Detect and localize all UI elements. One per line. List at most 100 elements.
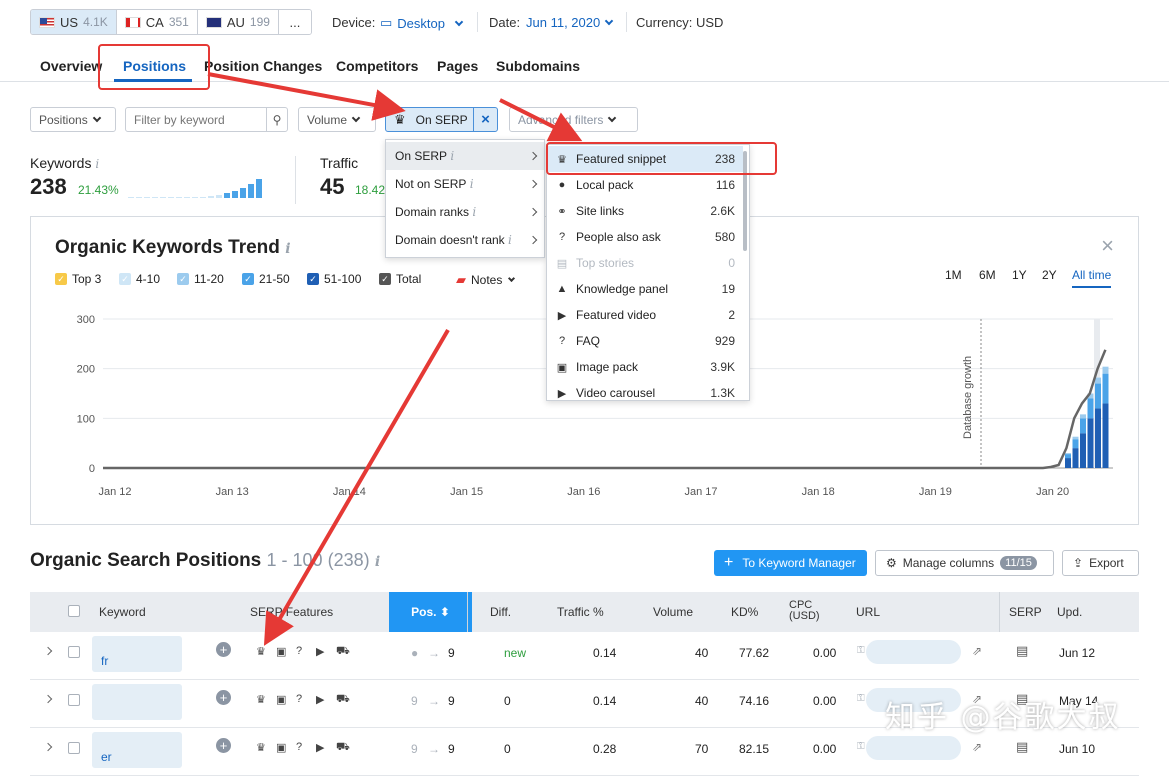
manage-columns-button[interactable]: ⚙ Manage columns 11/15: [875, 550, 1054, 576]
add-keyword-icon[interactable]: +: [216, 690, 231, 705]
cart-icon[interactable]: ⛟: [336, 645, 350, 659]
serp-feature-item[interactable]: ▤ Top stories 0: [547, 250, 743, 276]
cpc: 0.00: [813, 694, 837, 708]
th-keyword[interactable]: Keyword: [99, 605, 146, 619]
volume-filter[interactable]: Volume: [298, 107, 376, 132]
th-volume[interactable]: Volume: [653, 605, 693, 619]
serp-feature-item[interactable]: ▲ Knowledge panel 19: [547, 276, 743, 302]
serp-feature-item[interactable]: ⚭ Site links 2.6K: [547, 198, 743, 224]
export-button[interactable]: ⇪ Export: [1062, 550, 1139, 576]
snippet-icon[interactable]: ▣: [276, 645, 286, 658]
external-link-icon[interactable]: ⇗: [972, 740, 982, 754]
video-icon[interactable]: ▶: [316, 693, 324, 706]
th-serp[interactable]: SERP: [1009, 605, 1042, 619]
info-icon[interactable]: i: [375, 554, 380, 570]
db-us[interactable]: US 4.1K: [31, 10, 117, 34]
menu-item-not-on-serp[interactable]: Not on SERP i: [386, 170, 544, 198]
tab-competitors[interactable]: Competitors: [336, 58, 418, 74]
search-icon[interactable]: ⚲: [266, 108, 287, 131]
serp-feature-item[interactable]: ● Local pack 116: [547, 172, 743, 198]
bar-segment: [1072, 436, 1079, 440]
expand-chevron-icon[interactable]: [43, 646, 53, 656]
add-keyword-icon[interactable]: +: [216, 738, 231, 753]
expand-chevron-icon[interactable]: [43, 694, 53, 704]
blurred-url: [866, 640, 961, 664]
serp-feature-item[interactable]: ▶ Video carousel 1.3K: [547, 380, 743, 400]
th-url[interactable]: URL: [856, 605, 880, 619]
external-link-icon[interactable]: ⇗: [972, 644, 982, 658]
row-checkbox[interactable]: [68, 742, 80, 754]
th-diff[interactable]: Diff.: [490, 605, 511, 619]
th-kd[interactable]: KD%: [731, 605, 758, 619]
to-keyword-manager-button[interactable]: + To Keyword Manager: [714, 550, 867, 576]
bar-segment: [1080, 414, 1086, 419]
menu-item-on-serp[interactable]: On SERP i: [386, 142, 544, 170]
snippet-icon[interactable]: ▣: [276, 693, 286, 706]
keyword-filter-input[interactable]: [134, 112, 266, 127]
tab-position-changes[interactable]: Position Changes: [204, 58, 322, 74]
th-cpc[interactable]: CPC (USD): [789, 600, 825, 622]
sort-icon: ⬍: [439, 605, 450, 619]
th-traffic[interactable]: Traffic %: [557, 605, 604, 619]
crown-icon[interactable]: ♛: [256, 741, 266, 754]
plus-icon: +: [724, 554, 734, 571]
row-checkbox[interactable]: [68, 646, 80, 658]
th-updated[interactable]: Upd.: [1057, 605, 1082, 619]
tab-pages[interactable]: Pages: [437, 58, 478, 74]
on-serp-filter[interactable]: ♛ On SERP ×: [385, 107, 498, 132]
device-label: Device:: [332, 15, 376, 30]
keyword-link[interactable]: er: [101, 750, 112, 764]
advanced-filters[interactable]: Advanced filters: [509, 107, 638, 132]
date-select[interactable]: Jun 11, 2020: [526, 15, 614, 30]
keyword-link[interactable]: fr: [101, 654, 108, 668]
close-icon[interactable]: ×: [473, 108, 497, 131]
bar-segment: [1102, 373, 1109, 404]
row-checkbox[interactable]: [68, 694, 80, 706]
serp-feature-item[interactable]: ? People also ask 580: [547, 224, 743, 250]
x-tick-label: Jan 15: [450, 486, 483, 498]
chevron-right-icon: [528, 235, 538, 245]
chevron-right-icon: [528, 207, 538, 217]
news-icon: ▤: [556, 257, 568, 270]
tab-overview[interactable]: Overview: [40, 58, 102, 74]
db-ca[interactable]: CA 351: [116, 10, 198, 34]
link-icon: ⚭: [557, 205, 567, 218]
question-icon[interactable]: ?: [296, 645, 302, 657]
th-serp-features[interactable]: SERP Features: [250, 605, 333, 619]
x-tick-label: Jan 16: [567, 486, 600, 498]
serp-snapshot-icon[interactable]: ▤: [1016, 739, 1028, 755]
crown-icon[interactable]: ♛: [256, 693, 266, 706]
serp-feature-item[interactable]: ? FAQ 929: [547, 328, 743, 354]
cart-icon[interactable]: ⛟: [336, 741, 350, 755]
th-position[interactable]: Pos. ⬍: [389, 592, 472, 632]
sparkline-bar: [240, 188, 246, 198]
expand-chevron-icon[interactable]: [43, 742, 53, 752]
position: 9: [448, 742, 455, 756]
chevron-down-icon: [351, 113, 361, 123]
video-icon[interactable]: ▶: [316, 741, 324, 754]
question-icon[interactable]: ?: [296, 693, 302, 705]
add-keyword-icon[interactable]: +: [216, 642, 231, 657]
snippet-icon[interactable]: ▣: [276, 741, 286, 754]
video-icon[interactable]: ▶: [316, 645, 324, 658]
question-icon[interactable]: ?: [296, 741, 302, 753]
info-icon[interactable]: i: [95, 157, 99, 171]
select-all-checkbox[interactable]: [68, 605, 80, 617]
traffic-pct: 0.28: [593, 742, 617, 756]
menu-item-domain-doesnt-rank[interactable]: Domain doesn't rank i: [386, 226, 544, 254]
y-tick-label: 100: [77, 413, 95, 425]
crown-icon[interactable]: ♛: [256, 645, 266, 658]
db-au[interactable]: AU 199: [197, 10, 279, 34]
cart-icon[interactable]: ⛟: [336, 693, 350, 707]
menu-item-domain-ranks[interactable]: Domain ranks i: [386, 198, 544, 226]
serp-feature-item[interactable]: ▣ Image pack 3.9K: [547, 354, 743, 380]
serp-snapshot-icon[interactable]: ▤: [1016, 643, 1028, 659]
tab-subdomains[interactable]: Subdomains: [496, 58, 580, 74]
db-more-button[interactable]: ...: [278, 10, 311, 34]
positions-filter[interactable]: Positions: [30, 107, 116, 132]
serp-feature-item[interactable]: ▶ Featured video 2: [547, 302, 743, 328]
volume: 70: [695, 742, 709, 756]
x-tick-label: Jan 17: [684, 486, 717, 498]
device-select[interactable]: ▭ Desktop: [380, 15, 464, 31]
table-row[interactable]: fr + ♛ ▣? ▶ ⛟ ● → 9 new 0.14 40 77.62 0.00 ⚿ ⇗ ▤ Jun 12: [30, 632, 1139, 680]
